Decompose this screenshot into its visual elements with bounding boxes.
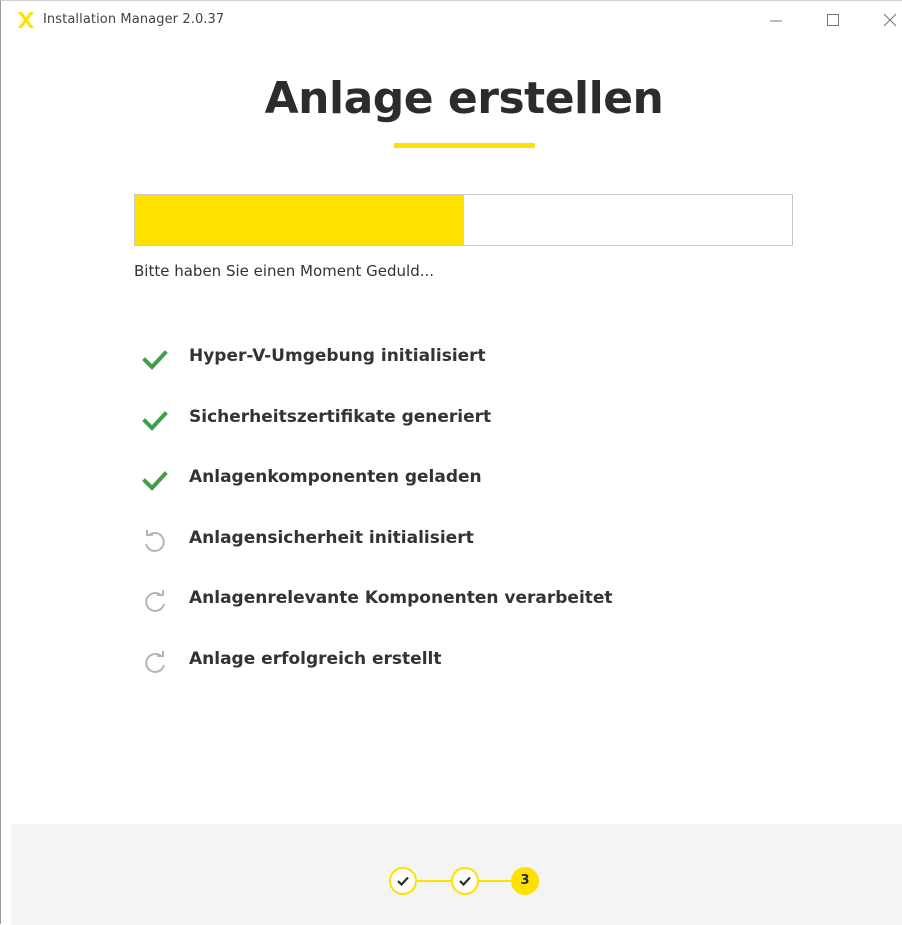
step-item: Anlagensicherheit initialisiert: [134, 519, 834, 580]
refresh-icon: [142, 589, 168, 615]
progress-bar: [134, 194, 793, 246]
progress-message: Bitte haben Sie einen Moment Geduld...: [134, 262, 435, 280]
close-button[interactable]: [873, 8, 902, 32]
refresh-icon: [142, 650, 168, 676]
progress-bar-fill: [135, 195, 464, 245]
window-title: Installation Manager 2.0.37: [43, 12, 225, 27]
step-item: Anlage erfolgreich erstellt: [134, 640, 834, 701]
step-label: Anlagensicherheit initialisiert: [189, 527, 474, 548]
checkmark-icon: [397, 876, 409, 886]
wizard-connector: [416, 880, 452, 882]
step-item: Hyper-V-Umgebung initialisiert: [134, 337, 834, 398]
title-underline: [394, 143, 535, 148]
checkmark-icon: [142, 468, 168, 494]
refresh-icon: [142, 529, 168, 555]
step-label: Anlage erfolgreich erstellt: [189, 648, 442, 669]
x-logo-icon: [17, 11, 35, 29]
step-label: Sicherheitszertifikate generiert: [189, 406, 492, 427]
step-item: Anlagenkomponenten geladen: [134, 458, 834, 519]
minimize-icon: [770, 20, 782, 22]
maximize-icon: [827, 14, 839, 26]
title-bar[interactable]: Installation Manager 2.0.37: [1, 1, 902, 39]
page-title: Anlage erstellen: [264, 73, 664, 124]
checkmark-icon: [142, 347, 168, 373]
step-item: Anlagenrelevante Komponenten verarbeitet: [134, 579, 834, 640]
step-label: Anlagenrelevante Komponenten verarbeitet: [189, 588, 613, 608]
step-label: Anlagenkomponenten geladen: [189, 467, 482, 487]
close-icon: [883, 13, 897, 27]
checkmark-icon: [459, 876, 471, 886]
wizard-step-1: [389, 867, 417, 895]
step-list: Hyper-V-Umgebung initialisiert Sicherhei…: [134, 337, 834, 700]
minimize-button[interactable]: [759, 8, 793, 32]
installer-window: Installation Manager 2.0.37 Anlage erste…: [0, 0, 902, 925]
wizard-step-2: [451, 867, 479, 895]
step-label: Hyper-V-Umgebung initialisiert: [189, 346, 486, 366]
wizard-connector: [478, 880, 512, 882]
wizard-step-3: 3: [511, 867, 539, 895]
maximize-button[interactable]: [816, 8, 850, 32]
checkmark-icon: [142, 408, 168, 434]
step-item: Sicherheitszertifikate generiert: [134, 398, 834, 459]
